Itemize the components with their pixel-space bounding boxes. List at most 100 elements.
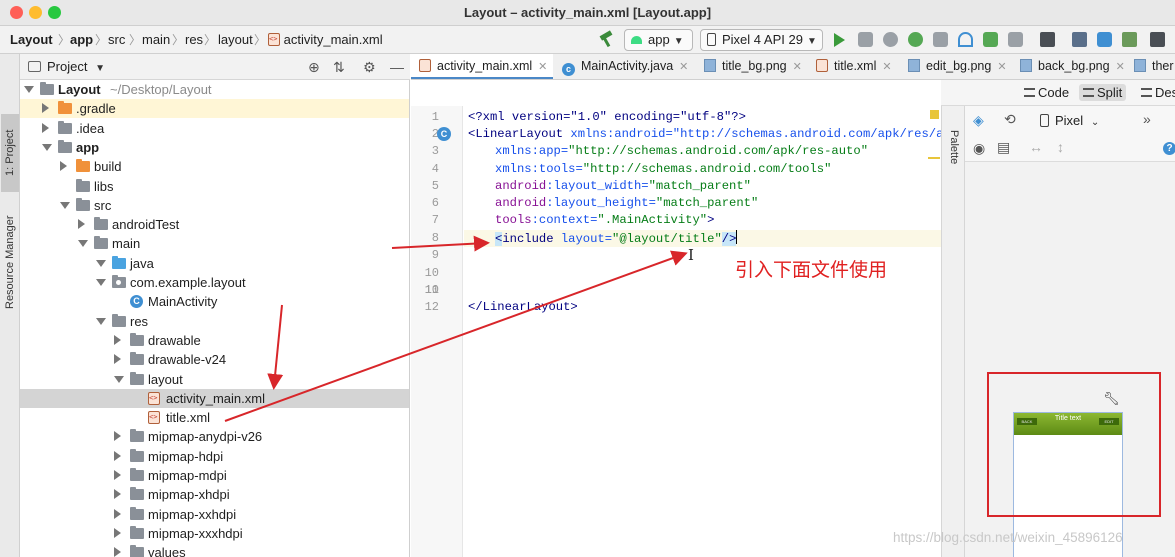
apply-code-changes-icon[interactable] [883, 32, 898, 47]
close-tab-icon[interactable]: ✕ [538, 61, 547, 73]
apply-changes-icon[interactable] [858, 32, 873, 47]
chevron-right-icon[interactable] [114, 508, 121, 519]
close-tab-icon[interactable]: ✕ [679, 61, 688, 73]
tab-back-bg-png[interactable]: back_bg.png ✕ [1019, 54, 1131, 79]
tab-main-activity-java[interactable]: c MainActivity.java ✕ [558, 54, 698, 79]
horizontal-resize-icon[interactable]: ↔ [1029, 139, 1043, 155]
vertical-resize-icon[interactable]: ↕ [1057, 139, 1064, 155]
chevron-right-icon[interactable] [114, 470, 121, 480]
chevron-right-icon[interactable] [114, 431, 121, 442]
device-file-icon[interactable] [1150, 32, 1165, 47]
orientation-icon[interactable]: ⟲ [1004, 111, 1016, 128]
breadcrumb-item-app[interactable]: app [70, 32, 93, 47]
layers-icon[interactable]: ◈ [973, 112, 984, 129]
breadcrumb-item-main[interactable]: main [142, 32, 170, 47]
tree-item[interactable]: com.example.layout [20, 273, 409, 292]
build-hammer-icon[interactable] [597, 31, 615, 49]
tree-item[interactable]: .gradle [20, 99, 409, 119]
chevron-right-icon[interactable] [42, 122, 49, 133]
tree-item[interactable]: values [20, 543, 409, 557]
eye-icon[interactable]: ◉ [973, 140, 985, 157]
close-tab-icon[interactable]: ✕ [882, 61, 891, 73]
tab-edit-bg-png[interactable]: edit_bg.png ✕ [907, 54, 1017, 79]
tree-item[interactable]: build [20, 157, 409, 176]
tree-item[interactable]: mipmap-mdpi [20, 466, 409, 485]
breadcrumb-item-file[interactable]: activity_main.xml [268, 32, 383, 47]
tree-item[interactable]: drawable-v24 [20, 350, 409, 369]
blueprint-icon[interactable]: ▤ [997, 139, 1010, 156]
tree-item[interactable]: java [20, 254, 409, 273]
help-icon[interactable]: ? [1163, 142, 1175, 155]
warning-marker[interactable] [930, 110, 939, 119]
tree-item[interactable]: layout [20, 370, 409, 389]
chevron-right-icon[interactable] [78, 219, 85, 230]
close-tab-icon[interactable]: ✕ [793, 61, 802, 73]
profile-icon[interactable] [958, 32, 973, 47]
breadcrumb-item-layout[interactable]: Layout [10, 32, 53, 47]
gear-icon[interactable]: ⚙ [363, 59, 376, 76]
code-mode-button[interactable]: Code [1020, 84, 1073, 101]
activity-class-gutter-icon[interactable]: C [437, 127, 451, 141]
resource-manager-tab[interactable]: Resource Manager [1, 206, 19, 318]
tab-activity-main-xml[interactable]: activity_main.xml ✕ [411, 54, 553, 79]
tree-item[interactable]: mipmap-anydpi-v26 [20, 427, 409, 446]
run-config-dropdown[interactable]: app ▼ [624, 29, 693, 51]
hide-panel-icon[interactable]: — [390, 59, 404, 75]
avd-manager-icon[interactable] [1072, 32, 1087, 47]
tree-item[interactable]: C MainActivity [20, 292, 409, 311]
project-tool-tab[interactable]: 1: Project [1, 114, 19, 192]
tab-title-xml[interactable]: title.xml ✕ [813, 54, 905, 79]
breadcrumb-item-res[interactable]: res [185, 32, 203, 47]
device-dropdown[interactable]: Pixel 4 API 29 ▼ [700, 29, 823, 51]
coverage-icon[interactable] [983, 32, 998, 47]
sync-gradle-icon[interactable] [1097, 32, 1112, 47]
tree-item[interactable]: app [20, 138, 409, 157]
tree-item[interactable]: main [20, 234, 409, 253]
tab-title-bg-png[interactable]: title_bg.png ✕ [701, 54, 811, 79]
chevron-down-icon[interactable] [42, 143, 52, 151]
tree-item[interactable]: activity_main.xml [20, 388, 409, 408]
scroll-marker[interactable] [928, 157, 940, 159]
design-mode-button[interactable]: Des [1137, 84, 1175, 101]
chevron-right-icon[interactable] [60, 161, 67, 172]
attach-debugger-icon[interactable] [933, 32, 948, 47]
close-tab-icon[interactable]: ✕ [1116, 61, 1125, 73]
breadcrumb-item-layout-folder[interactable]: layout [218, 32, 253, 47]
tree-item[interactable]: libs [20, 177, 409, 196]
tree-item[interactable]: mipmap-xxhdpi [20, 505, 409, 524]
run-icon[interactable] [834, 33, 845, 47]
tree-item[interactable]: .idea [20, 119, 409, 138]
chevron-down-icon[interactable] [96, 317, 106, 325]
stop-icon[interactable] [1008, 32, 1023, 47]
locate-file-icon[interactable]: ⊕ [308, 59, 320, 76]
chevron-right-icon[interactable] [42, 103, 49, 114]
tree-item[interactable]: Layout ~/Desktop/Layout [20, 80, 409, 99]
project-structure-icon[interactable] [1040, 32, 1055, 47]
tree-item[interactable]: src [20, 196, 409, 215]
chevron-down-icon[interactable] [24, 86, 34, 93]
close-tab-icon[interactable]: ✕ [997, 61, 1006, 73]
tree-item[interactable]: androidTest [20, 215, 409, 234]
chevron-down-icon[interactable] [114, 375, 124, 383]
more-options-icon[interactable]: » [1143, 111, 1151, 127]
tree-item[interactable]: drawable [20, 331, 409, 350]
chevron-right-icon[interactable] [114, 489, 121, 500]
breadcrumb-item-src[interactable]: src [108, 32, 125, 47]
tree-item[interactable]: title.xml [20, 408, 409, 427]
chevron-down-icon[interactable] [78, 240, 88, 248]
debug-icon[interactable] [908, 32, 923, 47]
palette-tab[interactable]: Palette [944, 116, 964, 178]
tab-ther[interactable]: ther [1133, 54, 1175, 79]
sdk-manager-icon[interactable] [1122, 32, 1137, 47]
tree-item[interactable]: mipmap-hdpi [20, 447, 409, 466]
collapse-all-icon[interactable]: ⇅ [333, 59, 345, 76]
project-view-dropdown[interactable]: Project ▼ [47, 59, 105, 74]
split-mode-button[interactable]: Split [1079, 84, 1127, 101]
chevron-down-icon[interactable] [96, 259, 106, 267]
chevron-right-icon[interactable] [114, 450, 121, 461]
chevron-right-icon[interactable] [114, 354, 121, 365]
chevron-right-icon[interactable] [114, 334, 121, 345]
device-preview-dropdown[interactable]: Pixel ⌄ [1040, 113, 1099, 128]
chevron-down-icon[interactable] [60, 201, 70, 209]
code-editor[interactable]: <?xml version="1.0" encoding="utf-8"?> <… [464, 106, 941, 557]
